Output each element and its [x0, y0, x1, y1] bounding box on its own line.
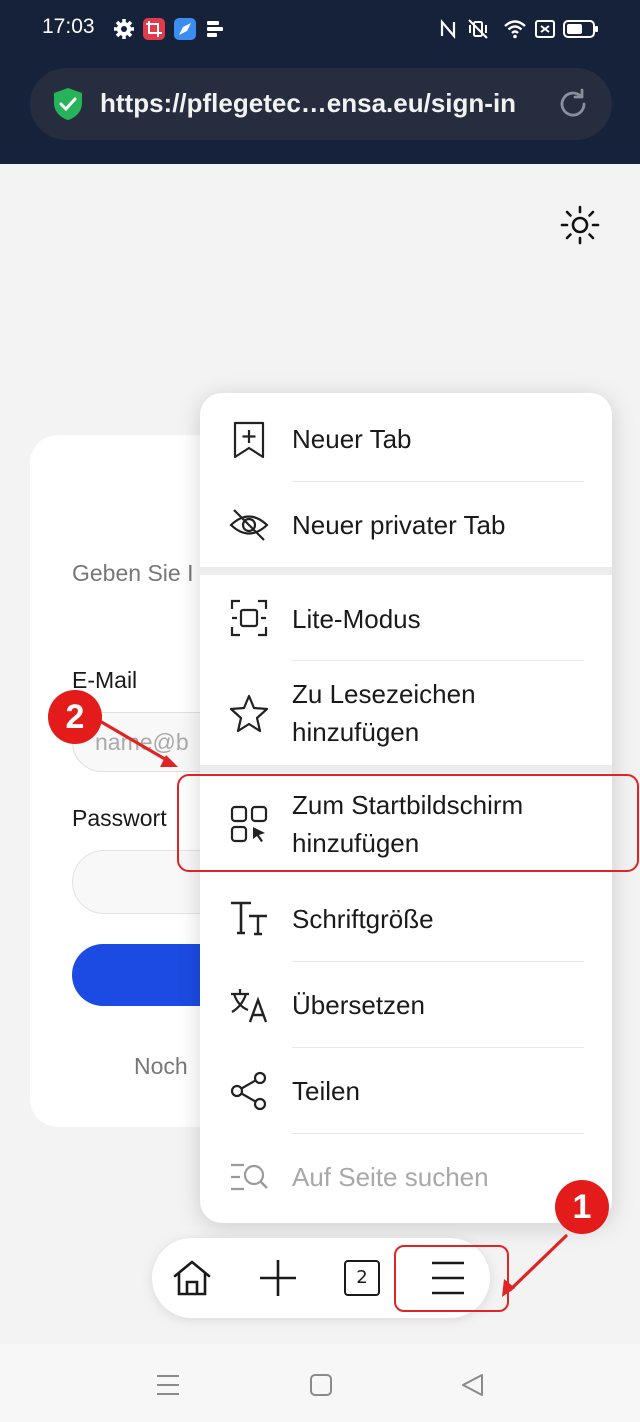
browser-top-bar: 17:03 https://pflegetec…ensa.eu/sign-in — [0, 0, 640, 164]
sim-off-icon — [535, 20, 555, 38]
browser-app-icon — [174, 18, 196, 40]
plus-icon[interactable] — [256, 1256, 300, 1300]
recents-icon[interactable] — [155, 1372, 181, 1398]
register-prompt: Noch — [134, 1053, 188, 1079]
step-badge-2: 2 — [48, 690, 102, 744]
translate-icon — [231, 989, 268, 1023]
status-bar: 17:03 — [0, 0, 640, 58]
menu-item-share[interactable]: Teilen — [200, 1047, 612, 1133]
vibrate-mute-icon — [468, 19, 488, 39]
menu-item-new-tab[interactable]: Neuer Tab — [200, 393, 612, 479]
menu-item-label: Neuer Tab — [292, 424, 412, 454]
menu-item-label: Lite-Modus — [292, 604, 421, 634]
menu-item-add-bookmark[interactable]: Zu Lesezeichen hinzufügen — [200, 661, 612, 765]
menu-item-label: Neuer privater Tab — [292, 510, 506, 540]
wifi-icon — [504, 20, 526, 39]
menu-item-new-private-tab[interactable]: Neuer privater Tab — [200, 481, 612, 567]
url-bar[interactable]: https://pflegetec…ensa.eu/sign-in — [30, 68, 612, 140]
crop-app-icon — [143, 18, 165, 40]
eye-off-icon — [229, 509, 269, 541]
menu-item-label: Übersetzen — [292, 990, 425, 1020]
lite-mode-icon — [230, 599, 268, 637]
battery-icon — [563, 20, 598, 38]
highlight-box-menu — [394, 1245, 509, 1312]
login-description: Geben Sie I — [72, 560, 194, 586]
menu-item-label: Schriftgröße — [292, 904, 434, 934]
home-square-icon[interactable] — [308, 1372, 334, 1398]
bookmark-plus-icon — [233, 421, 265, 459]
shield-check-icon — [54, 88, 82, 120]
step-badge-1: 1 — [555, 1180, 609, 1234]
tab-count-button[interactable]: 2 — [344, 1260, 380, 1296]
status-time: 17:03 — [42, 15, 95, 38]
menu-item-label: Zu Lesezeichen hinzufügen — [292, 679, 476, 747]
menu-item-lite-mode[interactable]: Lite-Modus — [200, 575, 612, 661]
gear-icon — [114, 19, 134, 39]
highlight-box-homescreen — [177, 774, 639, 872]
url-text[interactable]: https://pflegetec…ensa.eu/sign-in — [100, 88, 516, 119]
menu-item-find-in-page: Auf Seite suchen — [200, 1133, 612, 1219]
menu-item-translate[interactable]: Übersetzen — [200, 961, 612, 1047]
find-in-page-icon — [231, 1163, 268, 1191]
nfc-icon — [440, 19, 456, 39]
sun-icon[interactable] — [560, 205, 600, 245]
back-icon[interactable] — [460, 1372, 486, 1398]
home-icon[interactable] — [170, 1256, 214, 1300]
password-label: Passwort — [72, 805, 167, 831]
reload-icon[interactable] — [555, 86, 591, 122]
share-icon — [230, 1071, 267, 1111]
stack-app-icon — [207, 21, 223, 37]
text-size-icon — [231, 901, 267, 936]
menu-item-label: Auf Seite suchen — [292, 1162, 489, 1192]
star-icon — [229, 694, 269, 733]
menu-item-label: Teilen — [292, 1076, 360, 1106]
menu-item-font-size[interactable]: Schriftgröße — [200, 875, 612, 961]
